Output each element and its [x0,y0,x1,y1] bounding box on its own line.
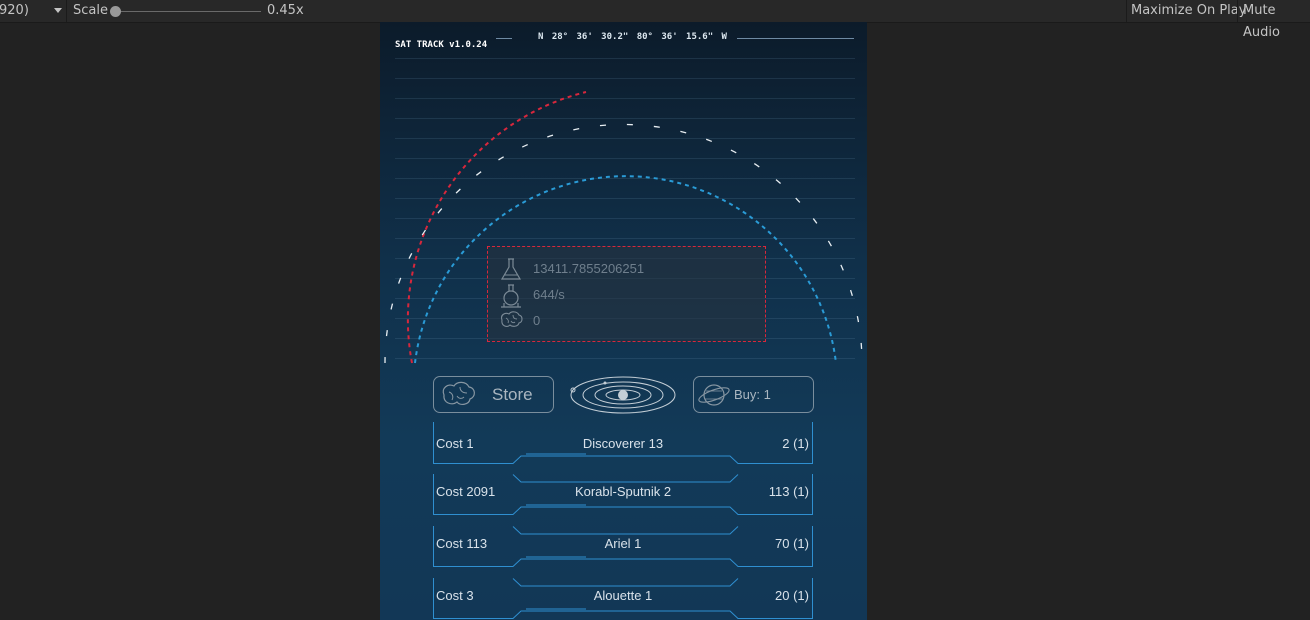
satellite-count: 70 (1) [775,536,809,551]
satellite-count: 2 (1) [782,436,809,451]
resolution-dropdown[interactable]: 920) [0,0,66,22]
satellite-name: Discoverer 13 [582,436,664,451]
editor-toolbar: 920) Scale 0.45x Maximize On Play Mute A… [0,0,1310,40]
store-button[interactable]: Store [433,376,554,413]
mute-audio-toggle[interactable]: Mute Audio [1238,0,1310,44]
scale-slider-track[interactable] [116,11,261,12]
satellite-name: Korabl-Sputnik 2 [574,484,672,499]
science-total-value: 13411.7855206251 [533,261,645,276]
brain-icon [501,311,523,327]
resolution-label: 920) [0,3,29,18]
store-button-label: Store [492,385,533,404]
scale-value: 0.45x [267,3,304,18]
dropdown-arrow-icon [54,8,62,13]
satellite-list-item[interactable]: Cost 2091 Korabl-Sputnik 2 113 (1) [433,474,813,515]
satellite-list-item[interactable]: Cost 113 Ariel 1 70 (1) [433,526,813,567]
maximize-on-play-toggle[interactable]: Maximize On Play [1126,0,1251,22]
toolbar-divider [66,0,67,22]
scale-label: Scale [73,3,108,18]
satellite-list-item[interactable]: Cost 3 Alouette 1 20 (1) [433,578,813,619]
brain-count-value: 0 [533,313,541,328]
solar-system-icon[interactable] [568,374,678,416]
scale-slider-handle[interactable] [110,6,121,17]
flask-icon [500,258,522,280]
stats-panel: 13411.7855206251 644/s 0 [487,246,766,342]
satellite-name: Ariel 1 [604,536,642,551]
science-rate-value: 644/s [533,287,565,302]
satellite-count: 113 (1) [768,484,809,499]
buy-amount-button[interactable]: Buy: 1 [693,376,814,413]
satellite-name: Alouette 1 [593,588,653,603]
satellite-count: 20 (1) [775,588,809,603]
game-view: SAT TRACK v1.0.24 N 28° 36' 30.2" 80° 36… [380,22,867,620]
buy-amount-label: Buy: 1 [734,387,771,402]
planet-icon [698,384,730,406]
brain-icon [442,381,475,405]
satellite-list-item[interactable]: Cost 1 Discoverer 13 2 (1) [433,422,813,464]
flask-stand-icon [501,284,521,308]
